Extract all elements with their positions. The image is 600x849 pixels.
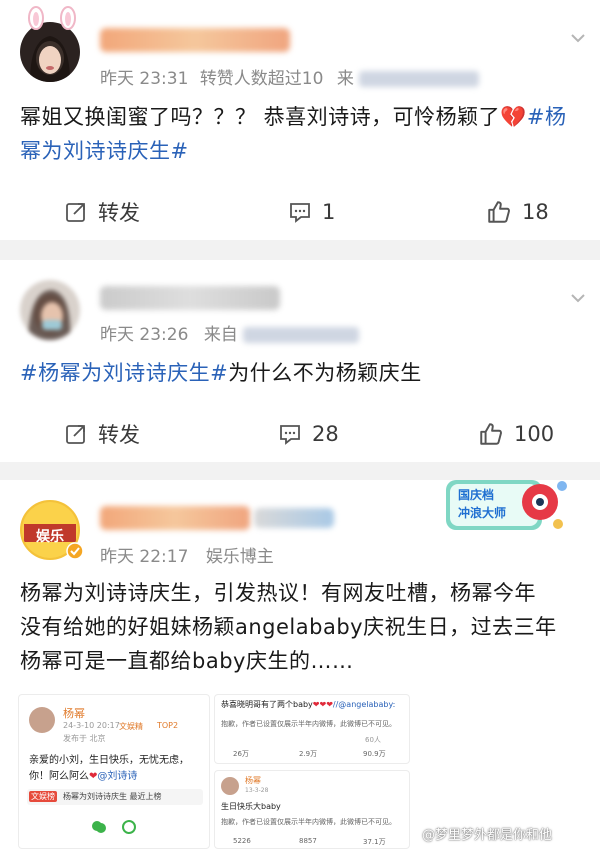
comment-count: 1 — [322, 200, 336, 224]
shot-tag2: TOP2 — [157, 721, 179, 730]
rt-text-body: 恭喜晓明哥有了两个baby — [221, 700, 313, 709]
shot-loc: 发布于 北京 — [63, 734, 106, 743]
username-blurred[interactable] — [100, 286, 280, 310]
action-bar: 转发 28 100 — [0, 406, 600, 462]
like-button[interactable]: 18 — [486, 184, 549, 240]
like-icon — [480, 423, 502, 445]
content-line: 杨幂为刘诗诗庆生，引发热议！有网友吐槽，杨幂今年 — [20, 581, 536, 605]
shot-mention[interactable]: @刘诗诗 — [97, 771, 137, 782]
comment-button[interactable]: 1 — [288, 184, 335, 240]
chevron-down-icon[interactable] — [570, 30, 586, 46]
content-line: 没有给她的好姐妹杨颖angelababy庆祝生日，过去三年 — [20, 615, 557, 639]
rb-date: 13-3-28 — [245, 787, 269, 794]
moments-icon — [122, 820, 136, 834]
post-meta: 昨天 23:31 转赞人数超过10 来 — [100, 64, 480, 89]
content-text: 为什么不为杨颖庆生 — [228, 361, 422, 385]
post-1: 昨天 23:31 转赞人数超过10 来 幂姐又换闺蜜了吗？？？ 恭喜刘诗诗，可怜… — [0, 0, 600, 240]
repost-note: 转赞人数超过10 — [199, 69, 324, 89]
hashtag-link[interactable]: #杨幂为刘诗诗庆生# — [20, 361, 228, 385]
embedded-screenshot-left[interactable]: 杨幂 24-3-10 20:17 文娱精 TOP2 发布于 北京 亲爱的小刘，生… — [18, 694, 210, 849]
shot-text1: 亲爱的小刘，生日快乐，无忧无虑， — [29, 755, 189, 766]
embedded-screenshot-right-top[interactable]: 恭喜晓明哥有了两个baby❤❤❤//@angelababy: 抱歉，作者已设置仅… — [214, 694, 410, 764]
avatar[interactable] — [20, 22, 80, 82]
source-blurred — [243, 327, 360, 343]
post-time: 昨天 23:26 — [100, 325, 189, 345]
broken-heart-icon: 💔 — [500, 105, 527, 129]
chevron-down-icon[interactable] — [570, 290, 586, 306]
rb-stat2: 8857 — [299, 837, 317, 845]
rt-small: 60人 — [365, 736, 381, 744]
watermark: @梦里梦外都是你和他 — [422, 828, 553, 843]
rt-mention[interactable]: //@angelababy: — [333, 700, 395, 709]
hearts-icon: ❤❤❤ — [312, 700, 333, 709]
surf-master-badge[interactable]: 国庆档 冲浪大师 — [444, 474, 572, 536]
shot-chip: 文娱榜 杨幂为刘诗诗庆生 最近上榜 — [27, 789, 203, 805]
post-2: 昨天 23:26 来自 #杨幂为刘诗诗庆生#为什么不为杨颖庆生 转发 28 10… — [0, 260, 600, 462]
avatar[interactable] — [20, 280, 80, 340]
rb-notice: 抱歉，作者已设置仅展示半年内微博，此微博已不可见。 — [221, 818, 396, 826]
source-prefix: 来自 — [203, 325, 238, 345]
comment-icon — [280, 425, 300, 445]
bunny-ears-icon — [28, 6, 76, 30]
separator — [0, 240, 600, 260]
like-button[interactable]: 100 — [478, 406, 554, 462]
like-count: 100 — [514, 422, 555, 446]
comment-count: 28 — [312, 422, 339, 446]
rb-avatar — [221, 777, 239, 795]
rt-notice: 抱歉，作者已设置仅展示半年内微博，此微博已不可见。 — [221, 720, 396, 728]
comment-button[interactable]: 28 — [278, 406, 339, 462]
badge-text-2: 冲浪大师 — [458, 506, 507, 520]
rt-stat3: 90.9万 — [363, 750, 386, 758]
repost-label: 转发 — [98, 201, 140, 225]
repost-icon — [66, 203, 85, 222]
post-time: 昨天 23:31 — [100, 69, 189, 89]
rb-text: 生日快乐大baby — [221, 802, 281, 811]
shot-text2: 你！阿么阿么❤@刘诗诗 — [29, 767, 137, 782]
post-meta: 昨天 22:17 娱乐博主 — [100, 542, 274, 567]
like-count: 18 — [522, 200, 549, 224]
content-line: 杨幂可是一直都给baby庆生的…… — [20, 649, 354, 673]
shot-text2-body: 你！阿么阿么 — [29, 771, 89, 782]
shot-tag1: 文娱精 — [119, 722, 143, 731]
content-text: 幂姐又换闺蜜了吗？？？ 恭喜刘诗诗，可怜杨颖了 — [20, 105, 501, 129]
rt-stat1: 26万 — [233, 750, 249, 758]
shot-avatar — [29, 707, 55, 733]
source-blurred — [359, 71, 480, 87]
post-content: #杨幂为刘诗诗庆生#为什么不为杨颖庆生 — [20, 356, 582, 390]
repost-button[interactable]: 转发 — [64, 406, 140, 462]
rb-name: 杨幂 — [245, 776, 261, 785]
post-source: 娱乐博主 — [205, 547, 274, 567]
rb-stat1: 5226 — [233, 837, 251, 845]
source-prefix: 来 — [336, 69, 354, 89]
repost-button[interactable]: 转发 — [64, 184, 140, 240]
username-blurred[interactable] — [100, 506, 250, 530]
shot-chip-text: 杨幂为刘诗诗庆生 最近上榜 — [63, 792, 162, 801]
repost-label: 转发 — [98, 423, 140, 447]
username-blurred[interactable] — [100, 28, 290, 52]
action-bar: 转发 1 18 — [0, 184, 600, 240]
shot-chip-tag: 文娱榜 — [29, 791, 57, 802]
post-content: 杨幂为刘诗诗庆生，引发热议！有网友吐槽，杨幂今年 没有给她的好姐妹杨颖angel… — [20, 576, 582, 678]
badges-blurred — [254, 508, 334, 528]
comment-icon — [290, 203, 310, 223]
rt-stat2: 2.9万 — [299, 750, 318, 758]
wechat-icon — [92, 821, 106, 833]
rb-stat3: 37.1万 — [363, 838, 386, 846]
repost-icon — [66, 425, 85, 444]
shot-date: 24-3-10 20:17 — [63, 721, 120, 730]
badge-text-1: 国庆档 — [458, 488, 495, 502]
embedded-screenshot-right-bottom[interactable]: 杨幂 13-3-28 生日快乐大baby 抱歉，作者已设置仅展示半年内微博，此微… — [214, 770, 410, 849]
post-time: 昨天 22:17 — [100, 547, 189, 567]
post-content: 幂姐又换闺蜜了吗？？？ 恭喜刘诗诗，可怜杨颖了💔#杨幂为刘诗诗庆生# — [20, 100, 582, 168]
rt-text: 恭喜晓明哥有了两个baby❤❤❤//@angelababy: — [221, 699, 395, 710]
post-3: 娱乐 昨天 22:17 娱乐博主 国庆档 冲浪大师 杨幂为刘诗诗庆生，引发热议！… — [0, 480, 600, 849]
shot-name: 杨幂 — [63, 707, 85, 720]
like-icon — [488, 201, 510, 223]
verified-icon — [66, 542, 84, 560]
post-meta: 昨天 23:26 来自 — [100, 320, 360, 345]
